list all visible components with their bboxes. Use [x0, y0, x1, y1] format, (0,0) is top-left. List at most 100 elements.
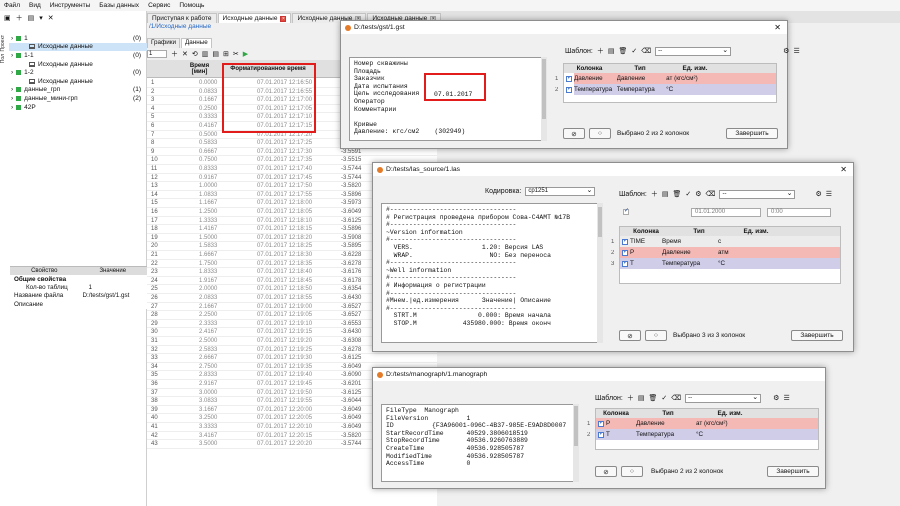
expand-chevron-icon[interactable]: ›: [11, 104, 13, 111]
column-unit[interactable]: ат (кгс/см²): [696, 420, 766, 427]
eraser-icon[interactable]: ⌫: [671, 394, 681, 402]
tab-data[interactable]: Данные: [181, 38, 212, 48]
expand-chevron-icon[interactable]: ›: [11, 95, 13, 102]
column-type[interactable]: Время: [662, 238, 718, 245]
tool-icon[interactable]: ✂: [233, 50, 239, 58]
prop-row[interactable]: Описание: [10, 300, 147, 308]
delete-icon[interactable]: 🗑: [619, 47, 628, 55]
row-checkbox[interactable]: [598, 431, 604, 438]
tree-item[interactable]: › 1-2 (0): [9, 68, 147, 77]
column-unit[interactable]: °C: [718, 260, 778, 267]
dropdown-icon[interactable]: ▾: [39, 14, 43, 22]
column-row[interactable]: 1 Давление Давление ат (кгс/см²): [555, 73, 776, 84]
column-row[interactable]: 1 P Давление ат (кгс/см²): [587, 418, 818, 429]
date-checkbox[interactable]: [623, 207, 629, 215]
column-row[interactable]: 2 T Температура °C: [587, 429, 818, 440]
vtab-pol[interactable]: Пол: [0, 54, 6, 63]
menu-databases[interactable]: Базы данных: [99, 2, 139, 9]
add-icon[interactable]: ＋: [16, 13, 23, 23]
column-row[interactable]: 1 TIME Время с: [611, 236, 840, 247]
tree-item[interactable]: › 1-1 (0): [9, 51, 147, 60]
add-icon[interactable]: ＋: [627, 393, 634, 403]
preview-scrollbar[interactable]: [541, 57, 547, 141]
tree-item[interactable]: › 42P: [9, 103, 147, 112]
expand-chevron-icon[interactable]: ›: [11, 86, 13, 93]
eraser-icon[interactable]: ⌫: [706, 190, 716, 198]
vtab-project[interactable]: Проект: [0, 35, 6, 51]
deselect-all-button[interactable]: ○: [589, 128, 611, 139]
expand-chevron-icon[interactable]: ›: [11, 35, 13, 42]
encoding-select[interactable]: cp1251: [525, 186, 596, 196]
template-select[interactable]: --: [655, 46, 732, 56]
row-checkbox[interactable]: [566, 75, 572, 82]
template-select[interactable]: --: [685, 393, 762, 403]
add-row-icon[interactable]: ＋: [171, 49, 178, 59]
menu-icon[interactable]: ☰: [826, 190, 832, 198]
file-preview[interactable]: #--------------------------------- # Рег…: [381, 203, 603, 343]
tree-item[interactable]: Исходные данные: [9, 42, 147, 52]
filter-icon[interactable]: ⊞: [223, 50, 229, 58]
tree-item[interactable]: › данные_мини-грп (2): [9, 94, 147, 103]
delete-row-icon[interactable]: ✕: [182, 50, 188, 58]
finish-button[interactable]: Завершить: [791, 330, 843, 341]
tree-item[interactable]: Исходные данные: [9, 77, 147, 86]
prop-row[interactable]: Название файла D:/tests/gst/1.gst: [10, 292, 147, 300]
column-row[interactable]: 3 T Температура °C: [611, 258, 840, 269]
settings-icon[interactable]: ⚙: [695, 190, 701, 198]
col-time-header[interactable]: Время [мин]: [177, 60, 222, 78]
column-type[interactable]: Давление: [616, 73, 667, 84]
save-icon[interactable]: ▤: [638, 394, 645, 402]
eraser-icon[interactable]: ⌫: [641, 47, 651, 55]
close-icon[interactable]: ✕: [840, 165, 847, 174]
select-all-button[interactable]: ⊘: [619, 330, 641, 341]
tree-item[interactable]: Исходные данные: [9, 60, 147, 69]
deselect-all-button[interactable]: ○: [645, 330, 667, 341]
column-type[interactable]: Температура: [636, 431, 696, 438]
column-unit[interactable]: °C: [666, 84, 776, 95]
tab-source-data-1[interactable]: Исходные данные ×: [217, 13, 292, 23]
save-icon[interactable]: ▤: [662, 190, 669, 198]
deselect-all-button[interactable]: ○: [621, 466, 643, 477]
check-icon[interactable]: ✓: [685, 190, 691, 198]
prop-section[interactable]: Общие свойства: [10, 275, 147, 283]
menu-file[interactable]: Файл: [4, 2, 20, 9]
menu-icon[interactable]: ☰: [793, 47, 799, 55]
tab-charts[interactable]: Графики: [147, 38, 181, 48]
column-type[interactable]: Давление: [636, 420, 696, 427]
preview-scrollbar[interactable]: [573, 404, 579, 482]
row-checkbox[interactable]: [622, 238, 628, 245]
column-unit[interactable]: °C: [696, 431, 766, 438]
tree-item[interactable]: › данные_грп (1): [9, 86, 147, 95]
start-time-field[interactable]: 0:00: [767, 208, 831, 217]
settings-icon[interactable]: ⚙: [773, 394, 779, 402]
check-icon[interactable]: ✓: [631, 47, 637, 55]
settings-icon[interactable]: ⚙: [783, 47, 789, 55]
row-checkbox[interactable]: [598, 420, 604, 427]
expand-chevron-icon[interactable]: ›: [11, 52, 13, 59]
delete-icon[interactable]: 🗑: [649, 394, 658, 402]
row-checkbox[interactable]: [566, 86, 572, 93]
columns-icon[interactable]: ▥: [202, 50, 209, 58]
column-unit[interactable]: с: [718, 238, 778, 245]
settings-icon[interactable]: ⚙: [815, 190, 821, 198]
menu-service[interactable]: Сервис: [148, 2, 170, 9]
save-icon[interactable]: ▤: [28, 14, 35, 22]
menu-help[interactable]: Помощь: [179, 2, 204, 9]
delete-icon[interactable]: 🗑: [673, 190, 682, 198]
preview-scrollbar[interactable]: [597, 203, 603, 343]
menu-view[interactable]: Вид: [29, 2, 41, 9]
column-unit[interactable]: ат (кгс/см²): [666, 73, 776, 84]
finish-button[interactable]: Завершить: [767, 466, 819, 477]
prop-row[interactable]: Кол-во таблиц 1: [10, 283, 147, 291]
run-icon[interactable]: ▶: [243, 50, 248, 58]
row-checkbox[interactable]: [622, 249, 628, 256]
refresh-icon[interactable]: ⟲: [192, 50, 198, 58]
save-icon[interactable]: ▤: [608, 47, 615, 55]
table-row[interactable]: 9 0.6667 07.01.2017 12:17:30 -3.5591: [147, 148, 437, 157]
finish-button[interactable]: Завершить: [726, 128, 778, 139]
check-icon[interactable]: ✓: [661, 394, 667, 402]
select-all-button[interactable]: ⊘: [563, 128, 585, 139]
add-icon[interactable]: ＋: [651, 189, 658, 199]
expand-chevron-icon[interactable]: ›: [11, 69, 13, 76]
template-select[interactable]: --: [719, 189, 796, 199]
